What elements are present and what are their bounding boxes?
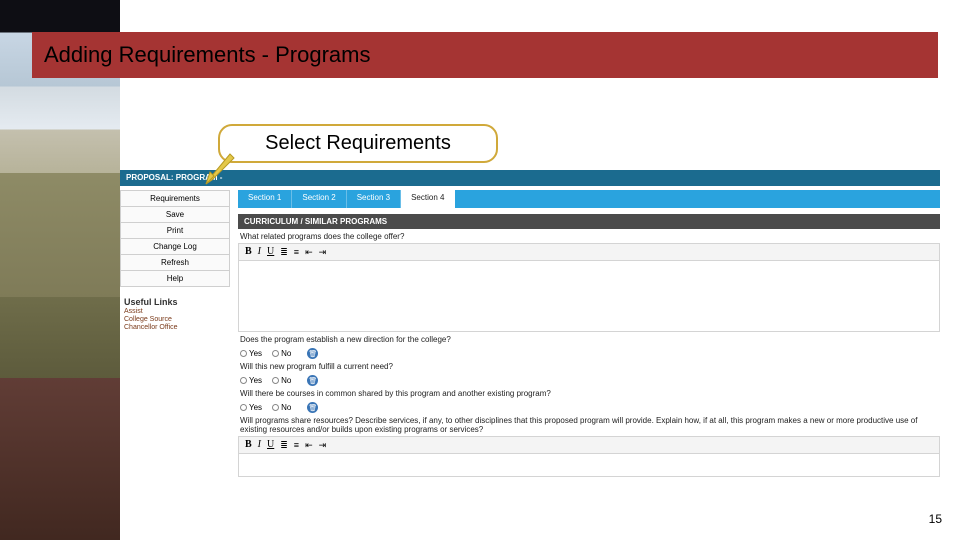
tab-section-1[interactable]: Section 1 bbox=[238, 190, 292, 208]
italic-button[interactable]: I bbox=[258, 440, 261, 450]
tab-section-2[interactable]: Section 2 bbox=[292, 190, 346, 208]
radio-yes[interactable]: Yes bbox=[240, 349, 262, 358]
bold-button[interactable]: B bbox=[245, 440, 252, 450]
radio-yes[interactable]: Yes bbox=[240, 376, 262, 385]
bullets-icon[interactable]: ≣ bbox=[280, 248, 288, 257]
radio-yes[interactable]: Yes bbox=[240, 403, 262, 412]
useful-links-header: Useful Links bbox=[124, 297, 230, 307]
bold-button[interactable]: B bbox=[245, 247, 252, 257]
decorative-photo-sidebar bbox=[0, 0, 120, 540]
clear-icon[interactable]: 🗑 bbox=[307, 348, 318, 359]
tab-section-3[interactable]: Section 3 bbox=[347, 190, 401, 208]
rich-text-editor-2[interactable] bbox=[238, 453, 940, 477]
bullets-icon[interactable]: ≣ bbox=[280, 441, 288, 450]
radio-dot-icon bbox=[240, 377, 247, 384]
outdent-icon[interactable]: ⇤ bbox=[305, 441, 313, 450]
question-current-need: Will this new program fulfill a current … bbox=[238, 359, 940, 373]
proposal-bar: PROPOSAL: PROGRAM - bbox=[120, 170, 940, 186]
sidebar: Requirements Save Print Change Log Refre… bbox=[120, 186, 230, 477]
callout-text: Select Requirements bbox=[265, 132, 451, 154]
question-new-direction: Does the program establish a new directi… bbox=[238, 332, 940, 346]
indent-icon[interactable]: ⇥ bbox=[319, 441, 327, 450]
italic-button[interactable]: I bbox=[258, 247, 261, 257]
sidebar-item-change-log[interactable]: Change Log bbox=[120, 239, 230, 255]
underline-button[interactable]: U bbox=[267, 440, 274, 450]
useful-links: Useful Links Assist College Source Chanc… bbox=[120, 297, 230, 331]
clear-icon[interactable]: 🗑 bbox=[307, 375, 318, 386]
useful-link-assist[interactable]: Assist bbox=[124, 308, 230, 315]
radio-dot-icon bbox=[272, 404, 279, 411]
question-related-programs: What related programs does the college o… bbox=[238, 229, 940, 243]
sidebar-item-requirements[interactable]: Requirements bbox=[120, 190, 230, 207]
radio-row-new-direction: Yes No 🗑 bbox=[238, 346, 940, 359]
radio-dot-icon bbox=[240, 404, 247, 411]
main-panel: Section 1 Section 2 Section 3 Section 4 … bbox=[230, 186, 940, 477]
radio-no[interactable]: No bbox=[272, 349, 291, 358]
rich-text-toolbar-1: B I U ≣ ≡ ⇤ ⇥ bbox=[238, 243, 940, 260]
application-screenshot: PROPOSAL: PROGRAM - Requirements Save Pr… bbox=[120, 170, 940, 500]
sidebar-item-print[interactable]: Print bbox=[120, 223, 230, 239]
sidebar-item-help[interactable]: Help bbox=[120, 271, 230, 287]
rich-text-toolbar-2: B I U ≣ ≡ ⇤ ⇥ bbox=[238, 436, 940, 453]
callout-bubble: Select Requirements bbox=[218, 124, 498, 163]
callout-arrow-icon bbox=[202, 150, 238, 186]
sidebar-item-save[interactable]: Save bbox=[120, 207, 230, 223]
radio-row-current-need: Yes No 🗑 bbox=[238, 373, 940, 386]
radio-no[interactable]: No bbox=[272, 376, 291, 385]
radio-no[interactable]: No bbox=[272, 403, 291, 412]
section-header: CURRICULUM / SIMILAR PROGRAMS bbox=[238, 214, 940, 229]
radio-dot-icon bbox=[272, 350, 279, 357]
section-tabs: Section 1 Section 2 Section 3 Section 4 bbox=[238, 190, 940, 208]
slide-title: Adding Requirements - Programs bbox=[44, 42, 370, 68]
page-number: 15 bbox=[929, 512, 942, 526]
useful-link-chancellor[interactable]: Chancellor Office bbox=[124, 324, 230, 331]
clear-icon[interactable]: 🗑 bbox=[307, 402, 318, 413]
radio-dot-icon bbox=[240, 350, 247, 357]
useful-link-college-src[interactable]: College Source bbox=[124, 316, 230, 323]
question-shared-courses: Will there be courses in common shared b… bbox=[238, 386, 940, 400]
numbers-icon[interactable]: ≡ bbox=[294, 441, 299, 450]
question-share-resources: Will programs share resources? Describe … bbox=[238, 413, 940, 436]
tab-section-4[interactable]: Section 4 bbox=[401, 190, 455, 208]
sidebar-item-refresh[interactable]: Refresh bbox=[120, 255, 230, 271]
outdent-icon[interactable]: ⇤ bbox=[305, 248, 313, 257]
radio-dot-icon bbox=[272, 377, 279, 384]
indent-icon[interactable]: ⇥ bbox=[319, 248, 327, 257]
rich-text-editor-1[interactable] bbox=[238, 260, 940, 332]
radio-row-shared-courses: Yes No 🗑 bbox=[238, 400, 940, 413]
numbers-icon[interactable]: ≡ bbox=[294, 248, 299, 257]
slide-title-band: Adding Requirements - Programs bbox=[32, 32, 938, 78]
underline-button[interactable]: U bbox=[267, 247, 274, 257]
